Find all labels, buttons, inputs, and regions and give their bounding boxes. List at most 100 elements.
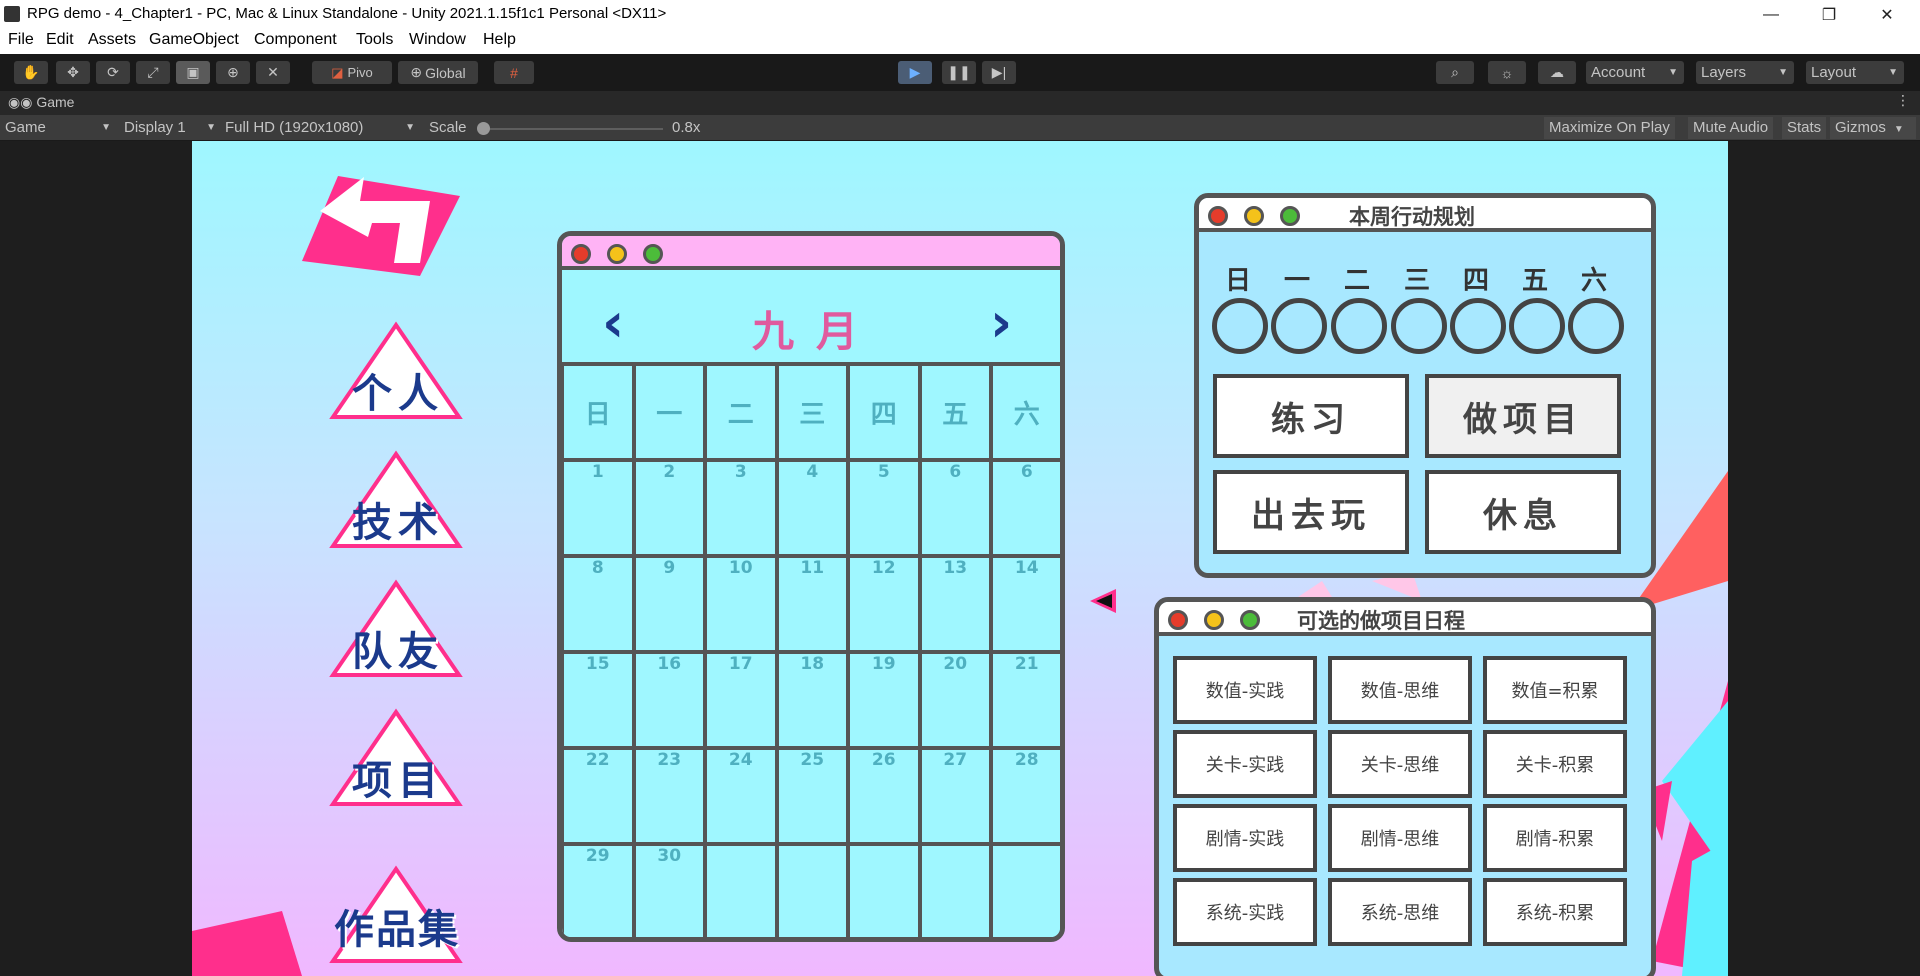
stats-toggle[interactable]: Stats bbox=[1782, 117, 1827, 139]
gizmos-dropdown[interactable]: Gizmos ▼ bbox=[1830, 117, 1916, 139]
step-button[interactable]: ▶| bbox=[982, 61, 1016, 84]
project-option-button[interactable]: 数值-思维 bbox=[1328, 656, 1472, 724]
grid-snap-icon[interactable]: # bbox=[494, 61, 534, 84]
calendar-day-cell[interactable]: 9 bbox=[631, 554, 707, 654]
tab-game[interactable]: ◉◉ Game bbox=[8, 94, 74, 111]
rect-tool-icon[interactable]: ▣ bbox=[176, 61, 210, 84]
mute-audio-toggle[interactable]: Mute Audio bbox=[1688, 117, 1774, 139]
nav-item-teammates[interactable]: 队友 bbox=[352, 619, 444, 677]
display-select[interactable]: Display 1 ▼ bbox=[124, 118, 216, 138]
calendar-day-cell[interactable]: 8 bbox=[562, 554, 636, 654]
search-icon[interactable]: ⌕ bbox=[1436, 61, 1474, 84]
transform-tool-icon[interactable]: ⊕ bbox=[216, 61, 250, 84]
menu-component[interactable]: Component bbox=[254, 31, 337, 49]
project-option-button[interactable]: 关卡-实践 bbox=[1173, 730, 1317, 798]
maximize-dot-icon[interactable] bbox=[1280, 206, 1300, 226]
day-slot-circle[interactable] bbox=[1568, 298, 1624, 354]
minimize-dot-icon[interactable] bbox=[1244, 206, 1264, 226]
calendar-day-cell[interactable]: 11 bbox=[774, 554, 850, 654]
calendar-day-cell[interactable]: 28 bbox=[989, 746, 1060, 846]
menu-assets[interactable]: Assets bbox=[88, 31, 136, 49]
menu-tools[interactable]: Tools bbox=[356, 31, 393, 49]
calendar-day-cell[interactable]: 14 bbox=[989, 554, 1060, 654]
day-slot-circle[interactable] bbox=[1271, 298, 1327, 354]
calendar-day-cell[interactable]: 27 bbox=[917, 746, 993, 846]
calendar-day-cell[interactable]: 6 bbox=[917, 458, 993, 558]
action-practice-button[interactable]: 练习 bbox=[1213, 374, 1409, 458]
action-project-button[interactable]: 做项目 bbox=[1425, 374, 1621, 458]
view-select[interactable]: Game ▼ bbox=[5, 118, 111, 138]
custom-tool-icon[interactable]: ✕ bbox=[256, 61, 290, 84]
back-button[interactable] bbox=[302, 171, 462, 281]
calendar-day-cell[interactable]: 29 bbox=[562, 842, 636, 937]
calendar-empty-cell[interactable] bbox=[989, 842, 1060, 937]
calendar-day-cell[interactable]: 13 bbox=[917, 554, 993, 654]
day-slot-circle[interactable] bbox=[1450, 298, 1506, 354]
maximize-on-play-toggle[interactable]: Maximize On Play bbox=[1544, 117, 1675, 139]
next-month-button[interactable]: › bbox=[990, 291, 1012, 354]
calendar-day-cell[interactable]: 4 bbox=[774, 458, 850, 558]
nav-item-projects[interactable]: 项目 bbox=[352, 748, 444, 806]
project-option-button[interactable]: 剧情-积累 bbox=[1483, 804, 1627, 872]
maximize-dot-icon[interactable] bbox=[1240, 610, 1260, 630]
resolution-select[interactable]: Full HD (1920x1080) ▼ bbox=[225, 118, 415, 138]
project-option-button[interactable]: 数值-实践 bbox=[1173, 656, 1317, 724]
calendar-day-cell[interactable]: 24 bbox=[703, 746, 779, 846]
rotate-tool-icon[interactable]: ⟳ bbox=[96, 61, 130, 84]
project-option-button[interactable]: 剧情-思维 bbox=[1328, 804, 1472, 872]
calendar-day-cell[interactable]: 19 bbox=[846, 650, 922, 750]
calendar-day-cell[interactable]: 3 bbox=[703, 458, 779, 558]
project-option-button[interactable]: 数值=积累 bbox=[1483, 656, 1627, 724]
calendar-empty-cell[interactable] bbox=[703, 842, 779, 937]
restore-button[interactable]: ❐ bbox=[1800, 0, 1858, 29]
menu-help[interactable]: Help bbox=[483, 31, 516, 49]
nav-item-personal[interactable]: 个人 bbox=[352, 361, 444, 419]
calendar-day-cell[interactable]: 26 bbox=[846, 746, 922, 846]
day-slot-circle[interactable] bbox=[1509, 298, 1565, 354]
calendar-day-cell[interactable]: 6 bbox=[989, 458, 1060, 558]
calendar-day-cell[interactable]: 30 bbox=[631, 842, 707, 937]
close-dot-icon[interactable] bbox=[1168, 610, 1188, 630]
calendar-day-cell[interactable]: 20 bbox=[917, 650, 993, 750]
calendar-day-cell[interactable]: 25 bbox=[774, 746, 850, 846]
calendar-day-cell[interactable]: 12 bbox=[846, 554, 922, 654]
prev-month-button[interactable]: ‹ bbox=[602, 291, 624, 354]
minimize-button[interactable]: — bbox=[1742, 0, 1800, 29]
day-slot-circle[interactable] bbox=[1391, 298, 1447, 354]
scale-slider-knob[interactable] bbox=[477, 122, 490, 135]
project-option-button[interactable]: 关卡-思维 bbox=[1328, 730, 1472, 798]
calendar-day-cell[interactable]: 17 bbox=[703, 650, 779, 750]
close-dot-icon[interactable] bbox=[1208, 206, 1228, 226]
calendar-day-cell[interactable]: 18 bbox=[774, 650, 850, 750]
calendar-day-cell[interactable]: 22 bbox=[562, 746, 636, 846]
calendar-empty-cell[interactable] bbox=[774, 842, 850, 937]
project-option-button[interactable]: 系统-积累 bbox=[1483, 878, 1627, 946]
menu-file[interactable]: File bbox=[8, 31, 34, 49]
project-option-button[interactable]: 剧情-实践 bbox=[1173, 804, 1317, 872]
cloud-icon[interactable]: ☁ bbox=[1538, 61, 1576, 84]
nav-item-tech[interactable]: 技术 bbox=[352, 490, 444, 548]
maximize-dot-icon[interactable] bbox=[643, 244, 663, 264]
calendar-day-cell[interactable]: 10 bbox=[703, 554, 779, 654]
menu-edit[interactable]: Edit bbox=[46, 31, 74, 49]
more-options-icon[interactable]: ⋮ bbox=[1896, 93, 1910, 109]
move-tool-icon[interactable]: ✥ bbox=[56, 61, 90, 84]
lighting-icon[interactable]: ☼ bbox=[1488, 61, 1526, 84]
pivot-toggle[interactable]: ◪ Pivo bbox=[312, 61, 392, 84]
close-dot-icon[interactable] bbox=[571, 244, 591, 264]
scale-tool-icon[interactable]: ⤢ bbox=[136, 61, 170, 84]
calendar-day-cell[interactable]: 23 bbox=[631, 746, 707, 846]
minimize-dot-icon[interactable] bbox=[607, 244, 627, 264]
global-toggle[interactable]: ⊕ Global bbox=[398, 61, 478, 84]
layout-dropdown[interactable]: Layout ▼ bbox=[1806, 61, 1904, 84]
calendar-day-cell[interactable]: 15 bbox=[562, 650, 636, 750]
project-option-button[interactable]: 系统-思维 bbox=[1328, 878, 1472, 946]
action-rest-button[interactable]: 休息 bbox=[1425, 470, 1621, 554]
minimize-dot-icon[interactable] bbox=[1204, 610, 1224, 630]
account-dropdown[interactable]: Account ▼ bbox=[1586, 61, 1684, 84]
calendar-day-cell[interactable]: 1 bbox=[562, 458, 636, 558]
close-button[interactable]: ✕ bbox=[1858, 0, 1916, 29]
menu-gameobject[interactable]: GameObject bbox=[149, 31, 239, 49]
project-option-button[interactable]: 系统-实践 bbox=[1173, 878, 1317, 946]
pause-button[interactable]: ❚❚ bbox=[942, 61, 976, 84]
